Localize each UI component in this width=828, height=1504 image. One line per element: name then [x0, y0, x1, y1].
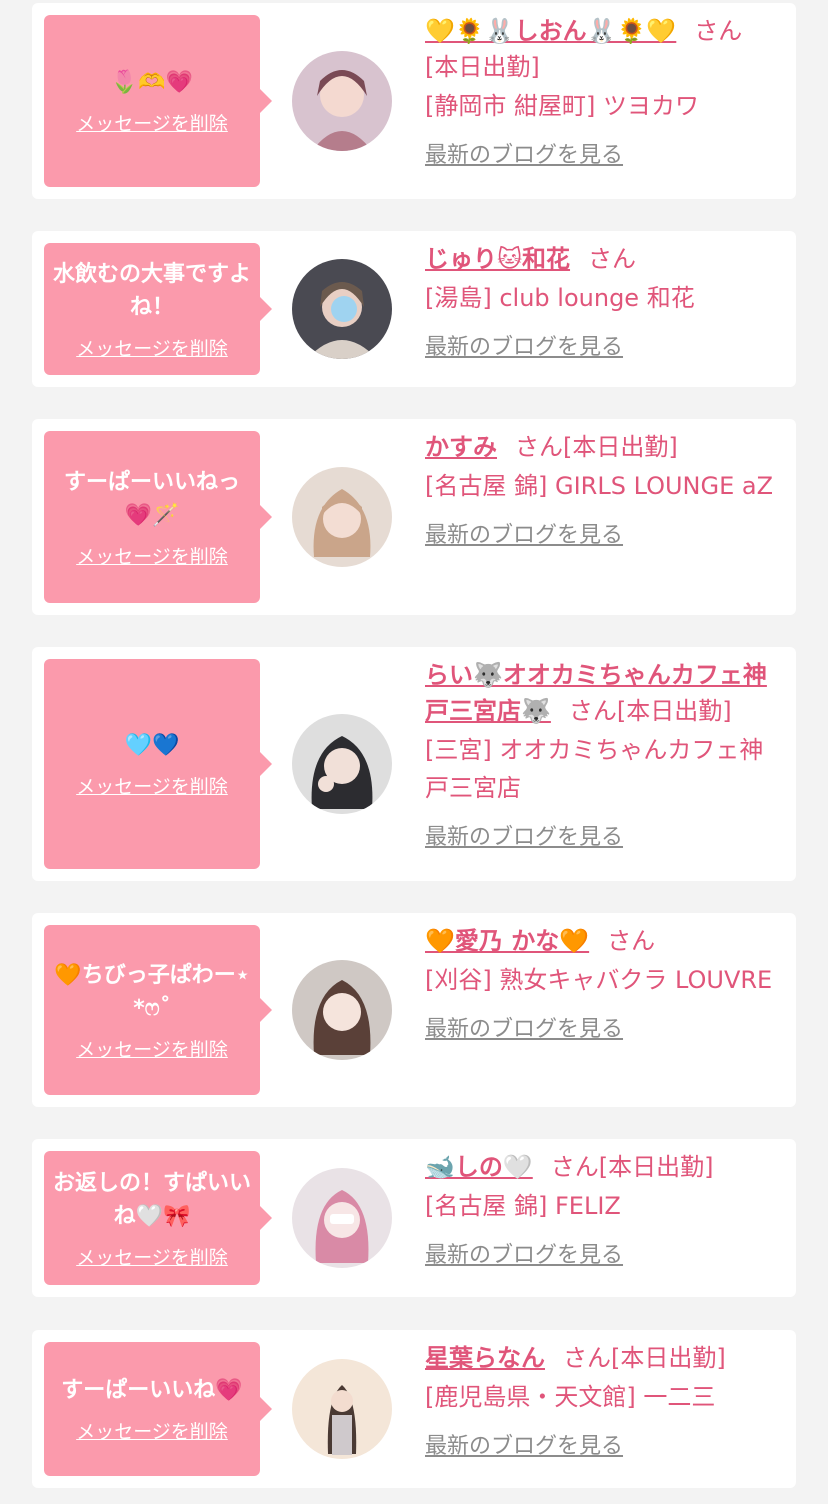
honorific: さん — [568, 697, 617, 725]
shop-info: [湯島] club lounge 和花 — [425, 284, 695, 312]
sender-name-link[interactable]: かすみ — [425, 433, 497, 461]
message-card: すーぱーいいねっ💗🪄 メッセージを削除 かすみ さん[本日出勤] [名古屋 錦] … — [32, 419, 796, 615]
delete-message-button[interactable]: メッセージを削除 — [76, 1417, 228, 1444]
avatar[interactable] — [292, 259, 392, 359]
shop-info: [静岡市 紺屋町] ツヨカワ — [425, 92, 699, 120]
message-list: 🌷🫶💗 メッセージを削除 💛🌻🐰しおん🐰🌻💛 さん [本日出勤] [静岡市 紺屋町]… — [0, 0, 828, 1504]
work-status: [本日出勤] — [598, 1153, 714, 1181]
sender-name-link[interactable]: 星葉らなん — [425, 1344, 545, 1372]
sender-name-link[interactable]: 🐋しの🤍 — [425, 1153, 533, 1181]
message-card: 🌷🫶💗 メッセージを削除 💛🌻🐰しおん🐰🌻💛 さん [本日出勤] [静岡市 紺屋町]… — [32, 3, 796, 199]
message-text: 🩵💙 — [124, 733, 180, 758]
latest-blog-link[interactable]: 最新のブログを見る — [425, 819, 623, 851]
message-card: 水飲むの大事ですよね！ メッセージを削除 じゅり🐱和花 さん [湯島] club … — [32, 231, 796, 387]
delete-message-button[interactable]: メッセージを削除 — [76, 1243, 228, 1270]
sender-info: 星葉らなん さん[本日出勤] [鹿児島県・天文館] 一二三 最新のブログを見る — [425, 1340, 785, 1460]
honorific: さん — [694, 17, 743, 45]
delete-message-button[interactable]: メッセージを削除 — [76, 109, 228, 136]
sender-name-link[interactable]: 🧡愛乃 かな🧡 — [425, 927, 589, 955]
honorific: さん — [588, 245, 637, 273]
message-card: お返しの！すぱいいね🤍🎀 メッセージを削除 🐋しの🤍 さん[本日出勤] [名古屋 … — [32, 1139, 796, 1297]
latest-blog-link[interactable]: 最新のブログを見る — [425, 517, 623, 549]
message-text: お返しの！すぱいいね🤍🎀 — [52, 1170, 251, 1229]
delete-message-button[interactable]: メッセージを削除 — [76, 334, 228, 361]
shop-info: [鹿児島県・天文館] 一二三 — [425, 1383, 716, 1411]
work-status: [本日出勤] — [616, 697, 732, 725]
sender-name-link[interactable]: じゅり🐱和花 — [425, 245, 570, 273]
sender-name-link[interactable]: 💛🌻🐰しおん🐰🌻💛 — [425, 17, 676, 45]
work-status: [本日出勤] — [563, 433, 678, 461]
message-bubble: 水飲むの大事ですよね！ メッセージを削除 — [44, 243, 272, 375]
shop-info: [名古屋 錦] FELIZ — [425, 1192, 621, 1220]
sender-info: 🧡愛乃 かな🧡 さん [刈谷] 熟女キャバクラ LOUVRE 最新のブログを見る — [425, 923, 785, 1043]
message-bubble: すーぱーいいねっ💗🪄 メッセージを削除 — [44, 431, 272, 603]
sender-info: じゅり🐱和花 さん [湯島] club lounge 和花 最新のブログを見る — [425, 241, 785, 361]
sender-info: かすみ さん[本日出勤] [名古屋 錦] GIRLS LOUNGE aZ 最新のブ… — [425, 429, 785, 549]
sender-info: 💛🌻🐰しおん🐰🌻💛 さん [本日出勤] [静岡市 紺屋町] ツヨカワ 最新のブログを… — [425, 13, 785, 169]
latest-blog-link[interactable]: 最新のブログを見る — [425, 1011, 623, 1043]
message-text: 🌷🫶💗 — [110, 70, 194, 95]
message-text: 🧡ちびっ子ぱわー⋆*ෆ˚ — [54, 962, 250, 1021]
sender-info: らい🐺オオカミちゃんカフェ神戸三宮店🐺 さん[本日出勤] [三宮] オオカミちゃん… — [425, 657, 785, 851]
latest-blog-link[interactable]: 最新のブログを見る — [425, 1237, 623, 1269]
latest-blog-link[interactable]: 最新のブログを見る — [425, 137, 623, 169]
latest-blog-link[interactable]: 最新のブログを見る — [425, 1428, 623, 1460]
message-card: 🧡ちびっ子ぱわー⋆*ෆ˚ メッセージを削除 🧡愛乃 かな🧡 さん [刈谷] 熟女キ… — [32, 913, 796, 1107]
avatar[interactable] — [292, 1359, 392, 1459]
latest-blog-link[interactable]: 最新のブログを見る — [425, 329, 623, 361]
message-text: すーぱーいいねっ💗🪄 — [63, 469, 240, 528]
avatar[interactable] — [292, 1168, 392, 1268]
avatar[interactable] — [292, 960, 392, 1060]
sender-info: 🐋しの🤍 さん[本日出勤] [名古屋 錦] FELIZ 最新のブログを見る — [425, 1149, 785, 1269]
honorific: さん — [550, 1153, 599, 1181]
message-bubble: 🩵💙 メッセージを削除 — [44, 659, 272, 869]
message-bubble: すーぱーいいね💗 メッセージを削除 — [44, 1342, 272, 1476]
message-card: 🩵💙 メッセージを削除 らい🐺オオカミちゃんカフェ神戸三宮店🐺 さん[本日出勤] … — [32, 647, 796, 881]
delete-message-button[interactable]: メッセージを削除 — [76, 772, 228, 799]
delete-message-button[interactable]: メッセージを削除 — [76, 1035, 228, 1062]
delete-message-button[interactable]: メッセージを削除 — [76, 542, 228, 569]
message-text: すーぱーいいね💗 — [61, 1378, 243, 1403]
shop-info: [名古屋 錦] GIRLS LOUNGE aZ — [425, 472, 774, 500]
message-text: 水飲むの大事ですよね！ — [52, 261, 251, 320]
honorific: さん — [607, 927, 656, 955]
shop-info: [三宮] オオカミちゃんカフェ神戸三宮店 — [425, 736, 764, 802]
message-bubble: 🌷🫶💗 メッセージを削除 — [44, 15, 272, 187]
avatar[interactable] — [292, 467, 392, 567]
shop-info: [刈谷] 熟女キャバクラ LOUVRE — [425, 966, 773, 994]
avatar[interactable] — [292, 714, 392, 814]
honorific: さん — [515, 433, 563, 461]
message-bubble: お返しの！すぱいいね🤍🎀 メッセージを削除 — [44, 1151, 272, 1285]
work-status: [本日出勤] — [425, 53, 540, 81]
message-card: すーぱーいいね💗 メッセージを削除 星葉らなん さん[本日出勤] [鹿児島県・天文… — [32, 1330, 796, 1488]
avatar[interactable] — [292, 51, 392, 151]
message-bubble: 🧡ちびっ子ぱわー⋆*ෆ˚ メッセージを削除 — [44, 925, 272, 1095]
honorific: さん — [563, 1344, 611, 1372]
work-status: [本日出勤] — [611, 1344, 726, 1372]
